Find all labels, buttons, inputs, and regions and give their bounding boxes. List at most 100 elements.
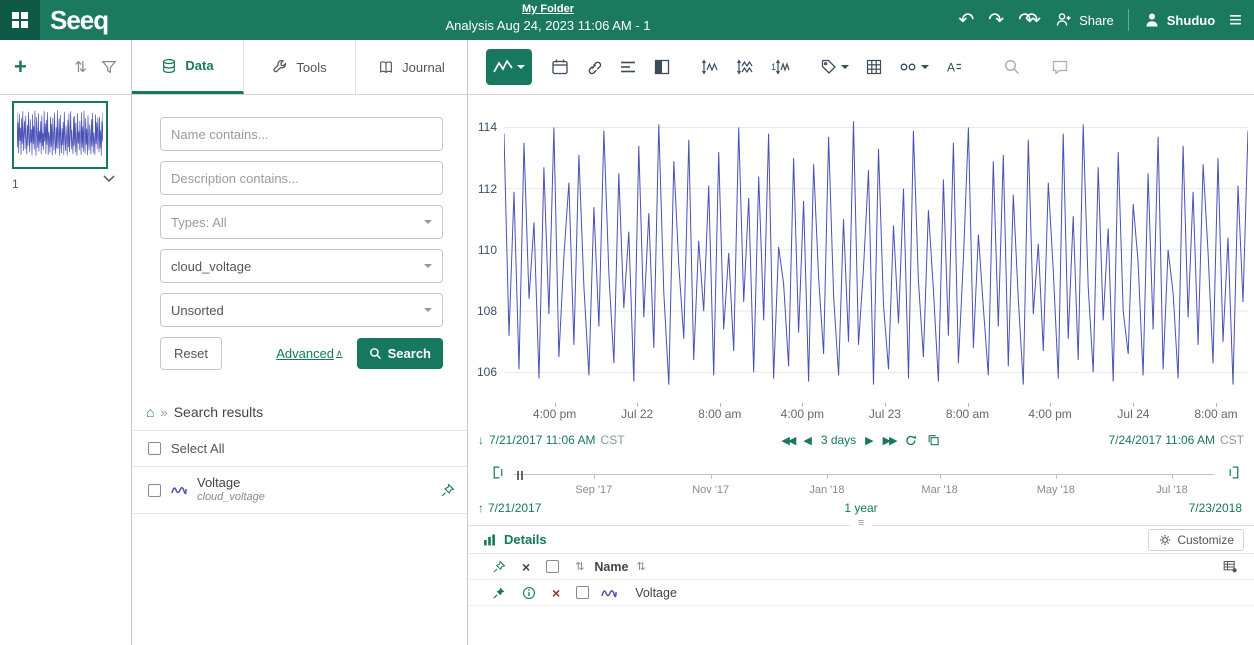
hamburger-menu-icon[interactable]: ≡: [1229, 9, 1242, 31]
rail-toolbar: + ⇅: [0, 40, 131, 95]
capsules-icon: [899, 58, 918, 76]
zoom-icon[interactable]: [1000, 55, 1024, 79]
item-checkbox[interactable]: [148, 484, 161, 497]
pin-icon[interactable]: [440, 483, 455, 498]
home-icon[interactable]: ⌂: [146, 404, 154, 420]
selected-range-marker[interactable]: [517, 471, 523, 480]
search-button[interactable]: Search: [357, 338, 443, 369]
app-grid-icon[interactable]: [0, 0, 40, 40]
user-name: Shuduo: [1167, 13, 1215, 28]
labels-icon[interactable]: A: [942, 55, 966, 79]
remove-all-icon[interactable]: ×: [522, 560, 530, 574]
timeline-duration[interactable]: 1 year: [844, 501, 877, 515]
annotate-icon[interactable]: [1048, 55, 1072, 79]
chevron-down-icon: [841, 65, 849, 73]
display-mode-button[interactable]: [486, 49, 532, 85]
redo-all-icon[interactable]: ↷↷: [1018, 11, 1041, 30]
single-axis-icon[interactable]: 1: [768, 55, 793, 79]
advanced-label: Advanced: [276, 346, 334, 361]
details-table-header: × ⇅ Name ⇅: [468, 554, 1254, 580]
range-start[interactable]: 7/21/2017 11:06 AM: [489, 433, 596, 447]
reset-button[interactable]: Reset: [160, 337, 222, 370]
filter-icon[interactable]: [101, 59, 117, 75]
user-menu[interactable]: Shuduo: [1143, 11, 1215, 29]
share-button[interactable]: Share: [1055, 11, 1114, 29]
chevron-down-icon[interactable]: [103, 175, 115, 183]
step-forward-full-icon[interactable]: ▶▶: [883, 434, 896, 447]
tags-button[interactable]: [817, 55, 852, 79]
chevron-down-icon: [921, 65, 929, 73]
tab-journal[interactable]: Journal: [356, 40, 467, 94]
worksheet-thumbnail[interactable]: [12, 101, 108, 169]
signal-chart[interactable]: [504, 103, 1248, 403]
step-back-icon[interactable]: ◀: [803, 434, 811, 447]
range-start-tz: CST: [601, 433, 625, 447]
step-back-full-icon[interactable]: ◀◀: [781, 434, 794, 447]
timeline-track[interactable]: Sep '17Nov '17Jan '18Mar '18May '18Jul '…: [514, 474, 1214, 477]
rail-body: 1: [0, 95, 131, 644]
one-axis-per-signal-icon[interactable]: [733, 55, 758, 79]
tab-tools[interactable]: Tools: [244, 40, 356, 94]
arrow-up-icon[interactable]: ↑: [478, 501, 484, 515]
remove-item-icon[interactable]: ×: [552, 586, 560, 600]
one-lane-per-signal-icon[interactable]: [698, 55, 723, 79]
timeline-end[interactable]: 7/23/2018: [1189, 501, 1242, 515]
refresh-icon[interactable]: [905, 434, 918, 447]
range-end[interactable]: 7/24/2017 11:06 AM: [1108, 433, 1215, 447]
customize-button[interactable]: Customize: [1148, 529, 1244, 551]
info-icon[interactable]: [522, 586, 536, 600]
new-worksheet-button[interactable]: +: [14, 54, 27, 80]
breadcrumb-separator: »: [160, 405, 167, 420]
gear-icon: [1158, 533, 1172, 547]
sort-icon[interactable]: ⇅: [636, 560, 645, 573]
redo-icon[interactable]: ↷: [988, 11, 1004, 30]
details-row[interactable]: × Voltage: [468, 580, 1254, 606]
item-text: Voltage cloud_voltage: [197, 475, 265, 505]
search-results: ⌂ » Search results Select All Voltage cl…: [132, 396, 467, 514]
lanes-icon[interactable]: [616, 55, 640, 79]
range-duration[interactable]: 3 days: [821, 433, 856, 447]
tab-data[interactable]: Data: [132, 40, 244, 94]
name-contains-input[interactable]: [160, 117, 443, 151]
dim-signals-icon[interactable]: [650, 55, 674, 79]
sort-value: Unsorted: [171, 303, 224, 318]
daterange-icon[interactable]: [548, 55, 572, 79]
advanced-link[interactable]: Advanced ∧: [276, 346, 342, 361]
trend-toolbar: 1: [468, 40, 1254, 95]
timeline-left-handle-icon[interactable]: [490, 465, 506, 480]
details-select-all-checkbox[interactable]: [546, 560, 559, 573]
description-contains-input[interactable]: [160, 161, 443, 195]
folder-link[interactable]: My Folder: [445, 2, 650, 17]
link-icon[interactable]: [582, 55, 606, 79]
pin-column-icon[interactable]: [492, 560, 506, 574]
chain-link-icon: [585, 58, 603, 76]
result-item-row[interactable]: Voltage cloud_voltage: [132, 467, 467, 514]
column-settings-icon[interactable]: [1222, 559, 1238, 574]
select-all-checkbox[interactable]: [148, 442, 161, 455]
row-checkbox[interactable]: [576, 586, 589, 599]
name-column-header[interactable]: Name: [594, 560, 628, 574]
sort-icon[interactable]: ⇅: [575, 560, 584, 573]
undo-icon[interactable]: ↶: [958, 11, 974, 30]
capsule-grid-icon[interactable]: [862, 55, 886, 79]
chevron-down-icon: [517, 65, 525, 73]
timeline-right-handle-icon[interactable]: [1226, 465, 1242, 480]
search-icon: [369, 347, 382, 360]
trend-chart-icon: [493, 59, 513, 75]
stacked-lanes-icon: [619, 58, 637, 76]
chart-area[interactable]: 106108110112114 4:00 pmJul 228:00 am4:00…: [468, 95, 1254, 429]
svg-text:A: A: [947, 61, 955, 75]
step-forward-icon[interactable]: ▶: [865, 434, 873, 447]
timeline-start[interactable]: 7/21/2017: [488, 501, 541, 515]
bar-chart-icon: [482, 533, 497, 547]
datasource-select[interactable]: cloud_voltage: [160, 249, 443, 283]
capsule-series-button[interactable]: [896, 55, 932, 79]
row-signal-name: Voltage: [635, 586, 677, 600]
reorder-worksheets-icon[interactable]: ⇅: [74, 58, 87, 76]
sort-select[interactable]: Unsorted: [160, 293, 443, 327]
pin-icon[interactable]: [492, 586, 506, 600]
datasource-value: cloud_voltage: [171, 259, 251, 274]
copy-range-icon[interactable]: [927, 433, 941, 447]
types-select[interactable]: Types: All: [160, 205, 443, 239]
arrow-down-icon[interactable]: ↓: [478, 433, 484, 447]
